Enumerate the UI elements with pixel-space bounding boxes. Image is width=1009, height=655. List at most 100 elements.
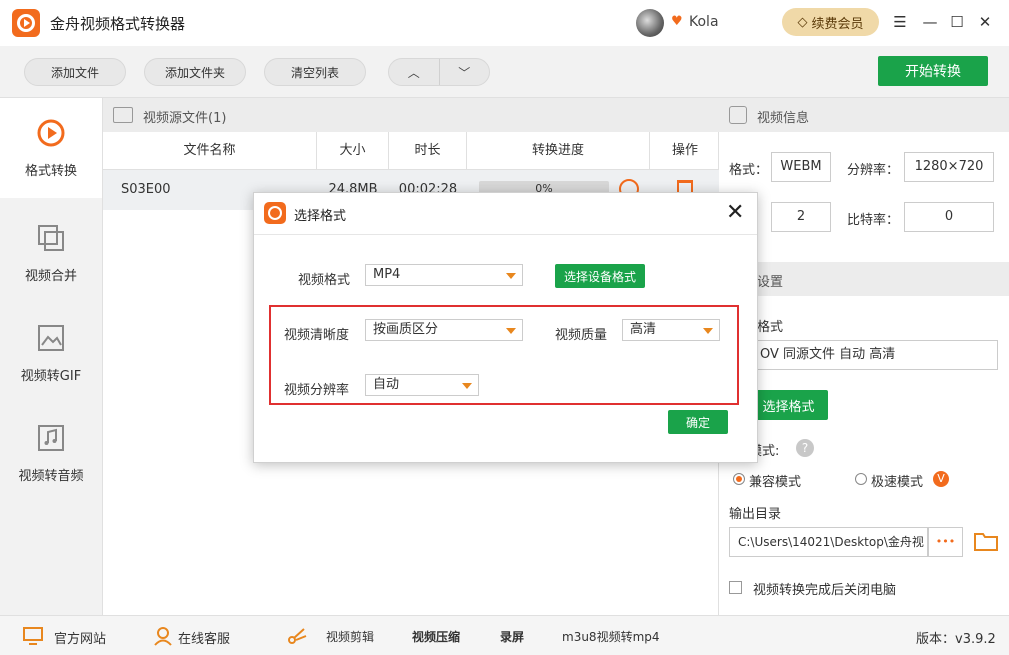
diamond-icon: ◇ bbox=[797, 14, 808, 30]
column-header: 时长 bbox=[389, 132, 467, 170]
confirm-button[interactable]: 确定 bbox=[668, 410, 728, 434]
fps-value: 2 bbox=[771, 202, 831, 232]
bottom-bar: 官方网站 在线客服 视频剪辑 视频压缩 录屏 m3u8视频转mp4 版本：v3.… bbox=[0, 615, 1009, 655]
add-file-button[interactable]: 添加文件 bbox=[24, 58, 126, 86]
m3u8-convert-link[interactable]: m3u8视频转mp4 bbox=[562, 628, 660, 645]
chevron-down-icon bbox=[703, 328, 713, 334]
chevron-down-icon bbox=[462, 383, 472, 389]
source-header-label: 视频源文件(1) bbox=[143, 111, 227, 126]
dialog-title-bar: 选择格式 ✕ bbox=[254, 193, 757, 235]
clear-list-button[interactable]: 清空列表 bbox=[264, 58, 366, 86]
clarity-select[interactable]: 按画质区分 bbox=[365, 319, 523, 341]
app-title: 金舟视频格式转换器 bbox=[50, 15, 186, 33]
sidebar-item-label: 视频转GIF bbox=[20, 369, 82, 384]
fast-mode-label: 极速模式 bbox=[871, 475, 924, 490]
help-icon[interactable]: ? bbox=[796, 439, 814, 457]
scissors-icon bbox=[288, 628, 307, 644]
sidebar-item-gif[interactable]: 视频转GIF bbox=[0, 303, 102, 403]
video-compress-link[interactable]: 视频压缩 bbox=[412, 628, 460, 645]
resolution-label: 分辨率： bbox=[847, 163, 900, 178]
column-header: 转换进度 bbox=[467, 132, 650, 170]
audio-icon bbox=[38, 425, 64, 451]
renew-vip-label: 续费会员 bbox=[811, 16, 864, 32]
format-label: 格式： bbox=[729, 163, 769, 178]
sidebar-item-merge[interactable]: 视频合并 bbox=[0, 203, 102, 303]
video-edit-link[interactable]: 视频剪辑 bbox=[326, 628, 374, 645]
source-header: 视频源文件(1) bbox=[103, 98, 720, 132]
output-format-summary: OV 同源文件 自动 高清 bbox=[729, 340, 998, 370]
convert-icon bbox=[37, 119, 65, 147]
video-format-label: 视频格式 bbox=[298, 273, 351, 288]
renew-vip-button[interactable]: ◇ 续费会员 bbox=[782, 8, 879, 36]
menu-icon[interactable]: ☰ bbox=[890, 12, 910, 32]
official-website-link[interactable]: 官方网站 bbox=[54, 628, 106, 647]
clarity-label: 视频清晰度 bbox=[284, 328, 350, 343]
device-format-button[interactable]: 选择设备格式 bbox=[555, 264, 645, 288]
file-name: S03E00 bbox=[121, 182, 171, 197]
username[interactable]: Kola bbox=[689, 14, 719, 30]
quality-label: 视频质量 bbox=[555, 328, 608, 343]
avatar[interactable] bbox=[636, 9, 664, 37]
output-dir-field[interactable]: C:\Users\14021\Desktop\金舟视 bbox=[729, 527, 928, 557]
bitrate-label: 比特率： bbox=[847, 213, 900, 228]
toolbar: 添加文件 添加文件夹 清空列表 ︿ ﹀ 开始转换 bbox=[0, 46, 1009, 98]
add-folder-button[interactable]: 添加文件夹 bbox=[144, 58, 246, 86]
table-header: 文件名称 大小 时长 转换进度 操作 bbox=[103, 132, 720, 170]
close-icon[interactable]: ✕ bbox=[726, 200, 744, 226]
sidebar-item-convert[interactable]: 格式转换 bbox=[0, 98, 102, 198]
app-logo-icon bbox=[12, 9, 40, 37]
resolution-value: 1280×720 bbox=[904, 152, 994, 182]
video-format-select[interactable]: MP4 bbox=[365, 264, 523, 286]
chevron-down-icon bbox=[506, 328, 516, 334]
start-convert-button[interactable]: 开始转换 bbox=[878, 56, 988, 86]
title-bar: 金舟视频格式转换器 ♥ Kola ◇ 续费会员 ☰ — ☐ ✕ bbox=[0, 0, 1009, 46]
format-value: WEBM bbox=[771, 152, 831, 182]
minimize-icon[interactable]: — bbox=[920, 12, 940, 32]
fast-mode-radio[interactable] bbox=[855, 473, 867, 485]
film-icon bbox=[113, 107, 133, 123]
close-icon[interactable]: ✕ bbox=[975, 12, 995, 32]
video-format-value: MP4 bbox=[373, 267, 401, 282]
move-up-icon[interactable]: ︿ bbox=[389, 59, 440, 85]
bitrate-value: 0 bbox=[904, 202, 994, 232]
folder-icon[interactable] bbox=[973, 530, 999, 552]
sidebar-item-label: 格式转换 bbox=[24, 164, 77, 179]
sidebar-item-label: 视频合并 bbox=[24, 269, 77, 284]
shutdown-checkbox[interactable] bbox=[729, 581, 742, 594]
screen-record-link[interactable]: 录屏 bbox=[500, 628, 524, 645]
quality-select[interactable]: 高清 bbox=[622, 319, 720, 341]
dialog-title: 选择格式 bbox=[294, 209, 347, 224]
quality-value: 高清 bbox=[630, 322, 657, 337]
column-header: 文件名称 bbox=[103, 132, 317, 170]
support-icon bbox=[154, 627, 172, 646]
website-icon bbox=[23, 627, 43, 645]
output-format-label: 格式 bbox=[757, 320, 784, 335]
shutdown-label: 视频转换完成后关闭电脑 bbox=[753, 583, 897, 598]
select-format-dialog: 选择格式 ✕ 视频格式 MP4 选择设备格式 视频清晰度 按画质区分 视频质量 … bbox=[253, 192, 758, 463]
output-dir-label: 输出目录 bbox=[729, 507, 782, 522]
gif-icon bbox=[38, 325, 64, 351]
move-down-icon[interactable]: ﹀ bbox=[440, 59, 490, 85]
sidebar-item-audio[interactable]: 视频转音频 bbox=[0, 403, 102, 503]
maximize-icon[interactable]: ☐ bbox=[947, 12, 967, 32]
clarity-value: 按画质区分 bbox=[373, 322, 439, 337]
resolution-select[interactable]: 自动 bbox=[365, 374, 479, 396]
reorder-buttons: ︿ ﹀ bbox=[388, 58, 490, 86]
info-icon bbox=[729, 106, 747, 124]
version-label: 版本：v3.9.2 bbox=[916, 632, 996, 647]
chevron-down-icon bbox=[506, 273, 516, 279]
compat-mode-radio[interactable] bbox=[733, 473, 745, 485]
vip-badge-icon: V bbox=[933, 471, 949, 487]
resolution-value: 自动 bbox=[373, 377, 400, 392]
resolution-label: 视频分辨率 bbox=[284, 383, 350, 398]
settings-panel: 视频信息 格式： WEBM 分辨率： 1280×720 2 比特率： 0 设置 … bbox=[719, 98, 1009, 615]
video-info-header: 视频信息 bbox=[719, 98, 1009, 132]
compat-mode-label: 兼容模式 bbox=[749, 475, 802, 490]
browse-more-button[interactable]: ••• bbox=[928, 527, 963, 557]
output-settings-title: 设置 bbox=[757, 275, 784, 290]
merge-icon bbox=[38, 225, 64, 251]
sidebar: 格式转换 视频合并 视频转GIF 视频转音频 bbox=[0, 98, 102, 615]
output-settings-header: 设置 bbox=[719, 262, 1009, 296]
online-support-link[interactable]: 在线客服 bbox=[178, 628, 230, 647]
video-info-title: 视频信息 bbox=[757, 111, 810, 126]
